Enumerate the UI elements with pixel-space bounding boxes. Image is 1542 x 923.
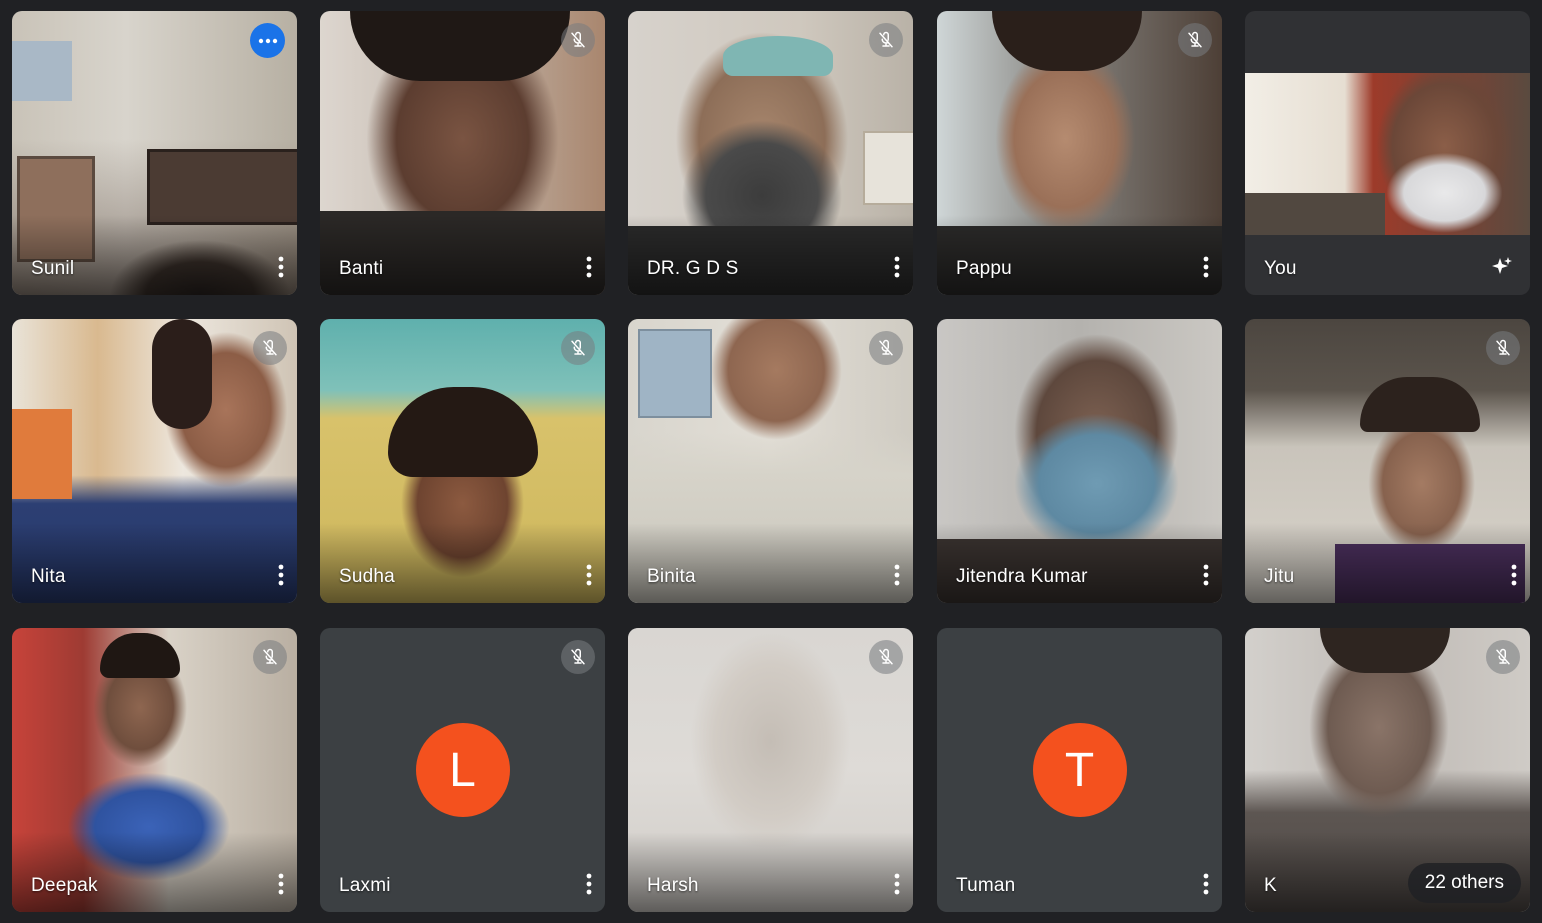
participant-tile-banti[interactable]: Banti <box>320 11 605 295</box>
participant-tile-tuman[interactable]: T Tuman <box>937 628 1222 912</box>
participant-name: Tuman <box>956 875 1016 896</box>
mic-off-icon <box>561 331 595 365</box>
participant-grid: Sunil Banti DR. G D S Pappu You Nita Sud… <box>0 0 1542 923</box>
participant-tile-harsh[interactable]: Harsh <box>628 628 913 912</box>
participant-tile-dr-gds[interactable]: DR. G D S <box>628 11 913 295</box>
others-count-button[interactable]: 22 others <box>1407 863 1521 903</box>
self-video-preview <box>1245 73 1530 235</box>
participant-tile-pappu[interactable]: Pappu <box>937 11 1222 295</box>
more-options-icon[interactable] <box>271 251 291 283</box>
participant-tile-binita[interactable]: Binita <box>628 319 913 603</box>
participant-name: Binita <box>647 566 696 587</box>
participant-tile-jitu[interactable]: Jitu <box>1245 319 1530 603</box>
mic-off-icon <box>869 640 903 674</box>
mic-off-icon <box>869 331 903 365</box>
participant-tile-deepak[interactable]: Deepak <box>12 628 297 912</box>
participant-tile-nita[interactable]: Nita <box>12 319 297 603</box>
participant-tile-you[interactable]: You <box>1245 11 1530 295</box>
more-options-icon[interactable] <box>1196 868 1216 900</box>
participant-name: Sudha <box>339 566 395 587</box>
mic-off-icon <box>561 23 595 57</box>
avatar: T <box>1032 723 1127 817</box>
more-horizontal-icon <box>250 23 285 58</box>
participant-name: Laxmi <box>339 875 391 896</box>
participant-name: Pappu <box>956 258 1012 279</box>
more-options-icon[interactable] <box>271 868 291 900</box>
avatar: L <box>415 723 510 817</box>
participant-name: DR. G D S <box>647 258 739 279</box>
participant-name: Banti <box>339 258 384 279</box>
participant-tile-k[interactable]: K 22 others <box>1245 628 1530 912</box>
more-options-icon[interactable] <box>1196 251 1216 283</box>
mic-off-icon <box>1486 640 1520 674</box>
more-options-icon[interactable] <box>1504 559 1524 591</box>
mic-off-icon <box>1486 331 1520 365</box>
more-options-icon[interactable] <box>887 251 907 283</box>
sparkle-effects-icon[interactable] <box>1486 251 1518 283</box>
mic-off-icon <box>869 23 903 57</box>
mic-off-icon <box>561 640 595 674</box>
participant-tile-jitendra-kumar[interactable]: Jitendra Kumar <box>937 319 1222 603</box>
mic-off-icon <box>253 331 287 365</box>
participant-tile-sudha[interactable]: Sudha <box>320 319 605 603</box>
participant-name: Harsh <box>647 875 699 896</box>
more-options-icon[interactable] <box>271 559 291 591</box>
participant-name: K <box>1264 875 1277 896</box>
more-options-icon[interactable] <box>1196 559 1216 591</box>
participant-name: Jitendra Kumar <box>956 566 1088 587</box>
participant-name: Sunil <box>31 258 75 279</box>
more-options-icon[interactable] <box>579 868 599 900</box>
participant-tile-sunil[interactable]: Sunil <box>12 11 297 295</box>
participant-tile-laxmi[interactable]: L Laxmi <box>320 628 605 912</box>
participant-name: Deepak <box>31 875 98 896</box>
participant-name: You <box>1264 258 1297 279</box>
participant-name: Nita <box>31 566 66 587</box>
more-options-icon[interactable] <box>579 559 599 591</box>
more-options-icon[interactable] <box>579 251 599 283</box>
participant-name: Jitu <box>1264 566 1295 587</box>
mic-off-icon <box>1178 23 1212 57</box>
more-options-icon[interactable] <box>887 868 907 900</box>
mic-off-icon <box>253 640 287 674</box>
more-options-icon[interactable] <box>887 559 907 591</box>
